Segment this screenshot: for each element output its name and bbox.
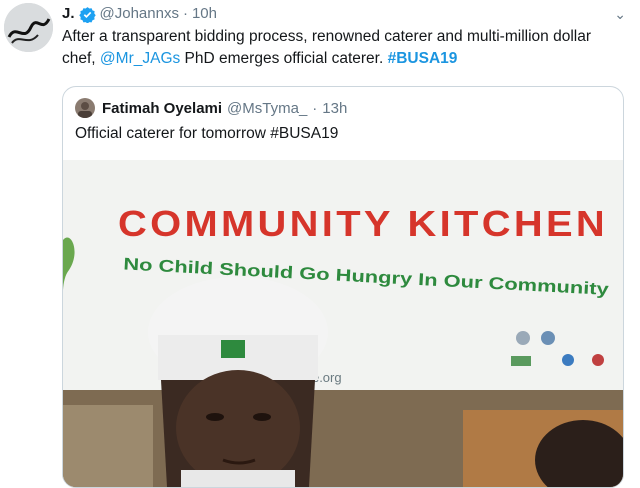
chevron-down-icon[interactable]: ⌄ bbox=[614, 4, 626, 24]
tweet-header: J. @Johannxs · 10h ⌄ bbox=[62, 4, 632, 24]
quoted-tweet[interactable]: Fatimah Oyelami @MsTyma_ · 13h Official … bbox=[62, 86, 624, 488]
author-handle[interactable]: @Johannxs bbox=[100, 4, 179, 24]
quoted-tweet-photo[interactable]: COMMUNITY KITCHEN No Child Should Go Hun… bbox=[63, 160, 623, 487]
tweet-text-part: PhD emerges official caterer. bbox=[180, 50, 388, 67]
tweet-text: After a transparent bidding process, ren… bbox=[62, 26, 600, 70]
hashtag-link[interactable]: #BUSA19 bbox=[388, 50, 458, 67]
separator-dot: · bbox=[182, 5, 188, 22]
author-name[interactable]: J. bbox=[62, 4, 75, 24]
quoted-tweet-text: Official caterer for tomorrow #BUSA19 bbox=[75, 125, 339, 142]
quoted-author-avatar bbox=[75, 98, 95, 118]
chef-figure bbox=[148, 277, 328, 487]
author-avatar-image bbox=[4, 3, 53, 52]
verified-badge-icon bbox=[78, 6, 96, 23]
banner-title: COMMUNITY KITCHEN bbox=[118, 203, 608, 244]
quoted-tweet-header: Fatimah Oyelami @MsTyma_ · 13h bbox=[75, 97, 347, 119]
mention-link[interactable]: @Mr_JAGs bbox=[100, 50, 180, 67]
tweet-timestamp[interactable]: 10h bbox=[192, 4, 217, 24]
separator-dot: · bbox=[312, 99, 318, 117]
banner-photo: COMMUNITY KITCHEN No Child Should Go Hun… bbox=[63, 160, 623, 487]
quoted-author-name: Fatimah Oyelami bbox=[102, 99, 223, 117]
quoted-author-handle: @MsTyma_ bbox=[227, 99, 308, 117]
author-avatar[interactable] bbox=[4, 3, 53, 52]
quoted-timestamp: 13h bbox=[322, 99, 348, 117]
